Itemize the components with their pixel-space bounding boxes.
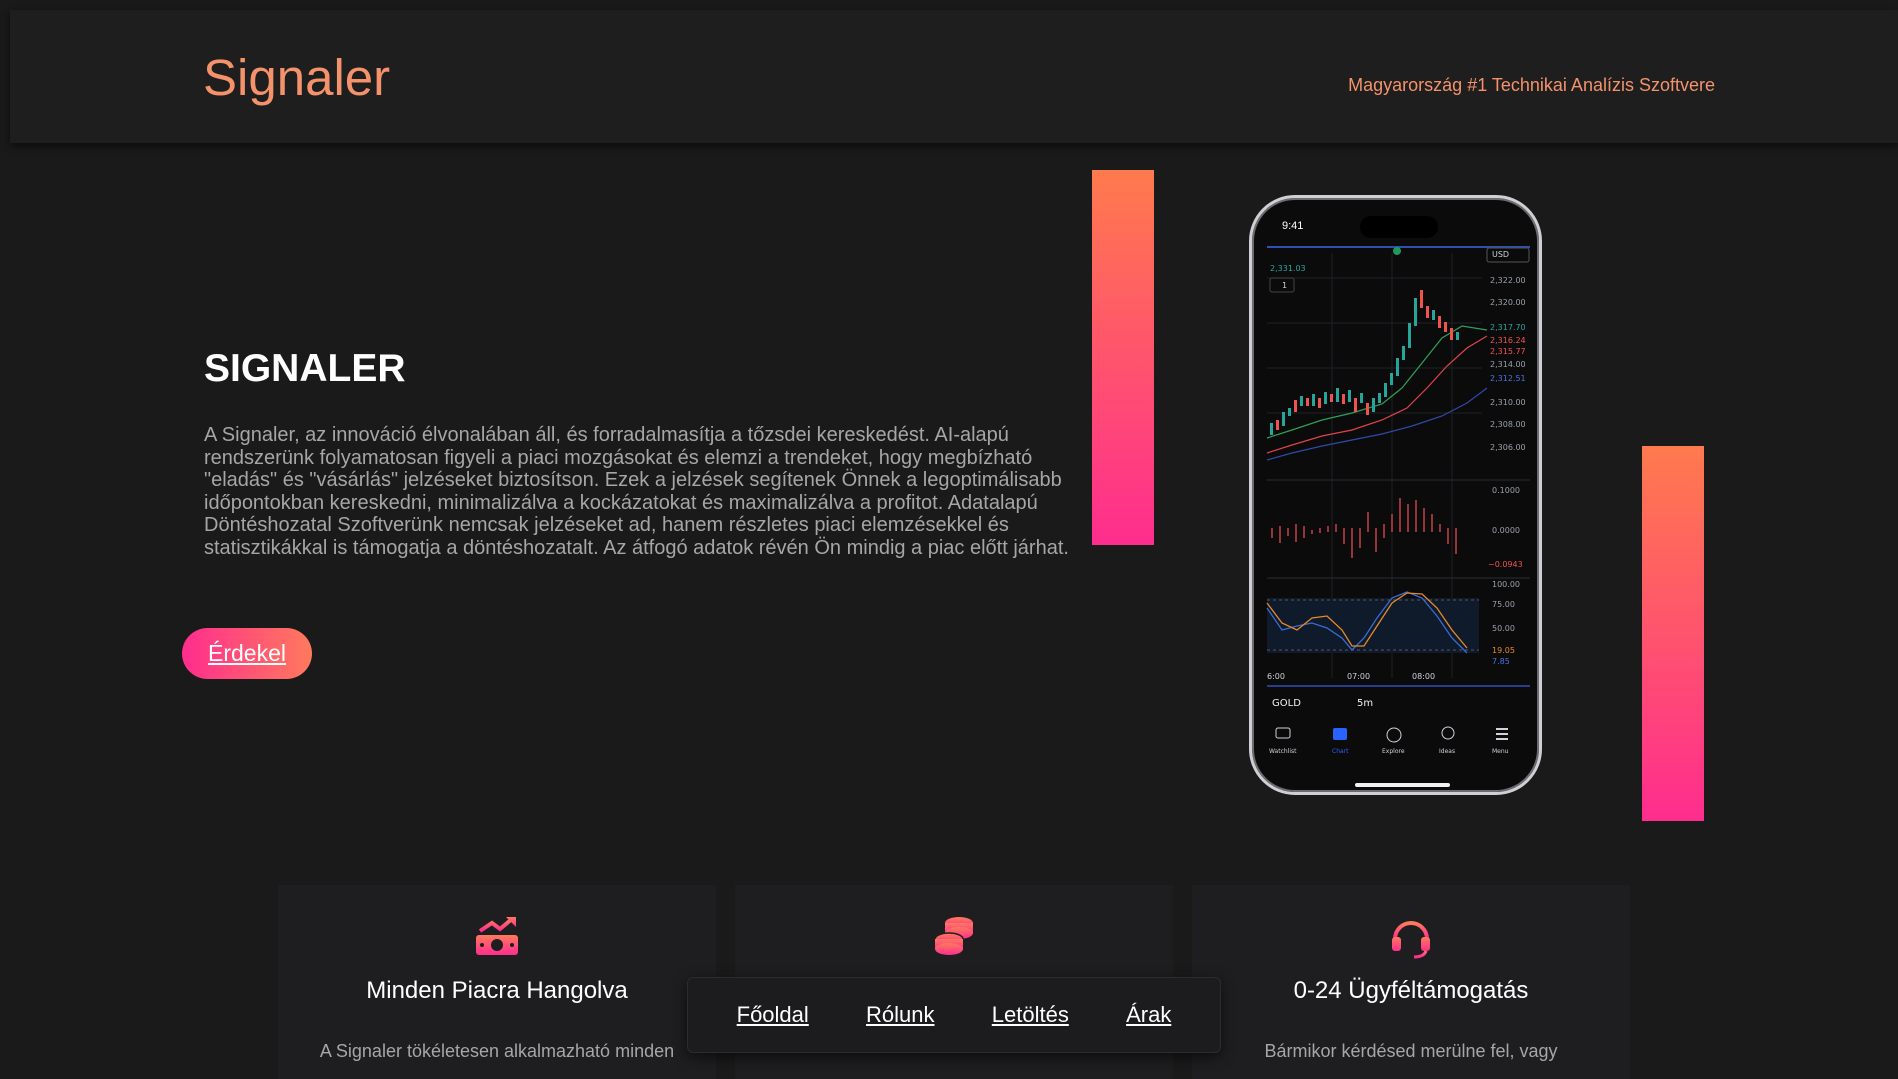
phone-price-tick: 2,320.00 xyxy=(1490,298,1526,307)
phone-tab-watchlist: Watchlist xyxy=(1269,748,1297,755)
headset-icon xyxy=(1388,913,1434,964)
hero-description: A Signaler, az innováció élvonalában áll… xyxy=(204,424,1069,559)
phone-tab-menu: Menu xyxy=(1492,748,1509,755)
phone-time-tick: 6:00 xyxy=(1267,672,1285,681)
phone-price-tick: 2,308.00 xyxy=(1490,420,1526,429)
header-tagline: Magyarország #1 Technikai Analízis Szoft… xyxy=(1348,75,1715,95)
phone-price-tick: 2,306.00 xyxy=(1490,443,1526,452)
phone-interval-badge: 1 xyxy=(1282,281,1288,290)
phone-price-tick: 2,316.24 xyxy=(1490,336,1526,345)
feature-title: Minden Piacra Hangolva xyxy=(366,977,628,1004)
money-growth-icon xyxy=(474,913,520,964)
phone-stoch-tick: 75.00 xyxy=(1492,600,1515,609)
nav-download-link[interactable]: Letöltés xyxy=(992,1002,1069,1028)
phone-macd-tick: 0.1000 xyxy=(1492,486,1520,495)
hero-title: SIGNALER xyxy=(204,347,406,390)
phone-macd-tick: 0.0000 xyxy=(1492,526,1520,535)
phone-price-tick: 2,312.51 xyxy=(1490,374,1526,383)
phone-tab-explore: Explore xyxy=(1382,748,1405,755)
feature-text: Bármikor kérdésed merülne fel, vagy xyxy=(1264,1041,1558,1061)
phone-dynamic-island xyxy=(1360,216,1438,238)
feature-card: 0-24 Ügyféltámogatás Bármikor kérdésed m… xyxy=(1192,885,1630,1079)
phone-tab-ideas: Ideas xyxy=(1439,748,1456,755)
phone-currency-select: USD xyxy=(1492,250,1510,259)
site-header: Signaler Magyarország #1 Technikai Analí… xyxy=(10,10,1898,143)
feature-text: A Signaler tökéletesen alkalmazható mind… xyxy=(319,1041,675,1061)
feature-card: Minden Piacra Hangolva A Signaler tökéle… xyxy=(278,885,716,1079)
bottom-navbar: Főoldal Rólunk Letöltés Árak xyxy=(687,977,1221,1053)
site-logo[interactable]: Signaler xyxy=(203,48,390,107)
phone-time-tick: 07:00 xyxy=(1347,672,1371,681)
decorative-gradient-bar-left xyxy=(1092,170,1154,545)
interested-button[interactable]: Érdekel xyxy=(182,628,312,679)
decorative-gradient-bar-right xyxy=(1642,446,1704,821)
feature-title: 0-24 Ügyféltámogatás xyxy=(1293,977,1529,1004)
phone-price-top: 2,331.03 xyxy=(1270,264,1306,273)
phone-macd-tick: −0.0943 xyxy=(1488,560,1523,569)
phone-stoch-tick: 7.85 xyxy=(1492,657,1510,666)
phone-price-tick: 2,322.00 xyxy=(1490,276,1526,285)
nav-pricing-link[interactable]: Árak xyxy=(1126,1002,1171,1028)
nav-about-link[interactable]: Rólunk xyxy=(866,1002,934,1028)
coins-stack-icon xyxy=(931,913,977,964)
phone-timeframe: 5m xyxy=(1357,698,1374,709)
phone-stoch-tick: 19.05 xyxy=(1492,646,1515,655)
nav-home-link[interactable]: Főoldal xyxy=(737,1002,809,1028)
phone-price-tick: 2,310.00 xyxy=(1490,398,1526,407)
phone-price-tick: 2,315.77 xyxy=(1490,347,1526,356)
phone-symbol: GOLD xyxy=(1272,698,1301,709)
phone-price-tick: 2,317.70 xyxy=(1490,323,1526,332)
phone-status-time: 9:41 xyxy=(1282,220,1304,232)
phone-mockup: 9:41 USD 2,331.03 1 2,322.00 2,320.00 2,… xyxy=(1249,195,1542,795)
phone-stoch-tick: 100.00 xyxy=(1492,580,1520,589)
phone-time-tick: 08:00 xyxy=(1412,672,1436,681)
phone-price-tick: 2,314.00 xyxy=(1490,360,1526,369)
phone-tab-chart: Chart xyxy=(1332,748,1349,755)
phone-stoch-tick: 50.00 xyxy=(1492,624,1515,633)
